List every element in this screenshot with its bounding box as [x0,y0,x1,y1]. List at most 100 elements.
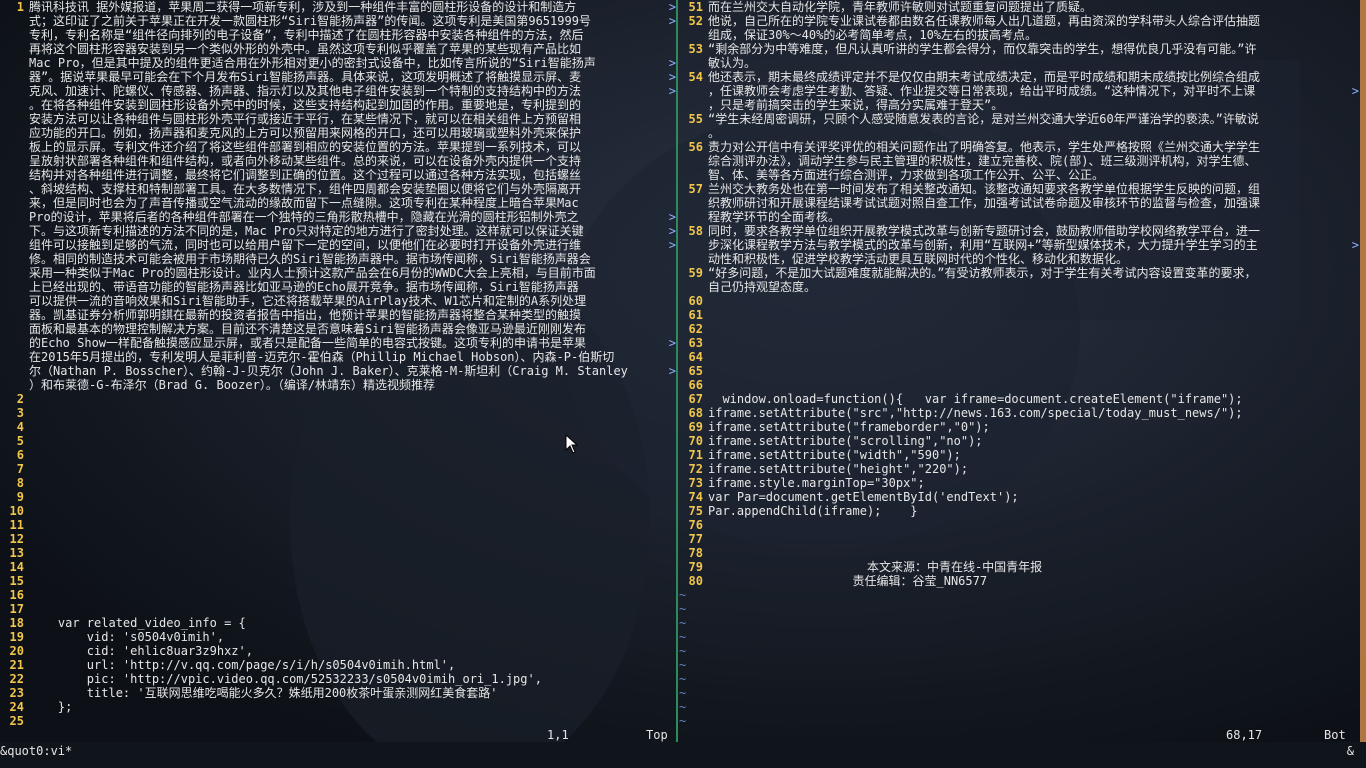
text-line[interactable]: 4 [0,420,676,434]
text-line[interactable]: 58 同时，要求各教学单位组织开展教学模式改革与创新专题研讨会，鼓励教师借助学校网… [679,224,1359,238]
text-line[interactable]: 专利，专利名称是“组件径向排列的电子设备”，专利中描述了在圆柱形容器中安装各种组… [0,28,676,42]
text-line[interactable]: 53 “剩余部分为中等难度，但凡认真听讲的学生都会得分，而仅靠突击的学生，想得优良… [679,42,1359,56]
text-line[interactable]: 。 [679,126,1359,140]
text-line[interactable]: 17 [0,602,676,616]
text-line[interactable]: 66 [679,378,1359,392]
text-line[interactable]: 1 腾讯科技讯 据外媒报道，苹果周二获得一项新专利，涉及到一种组件丰富的圆柱形设备… [0,0,676,14]
text-line[interactable]: 安装方法可以让各种组件与圆柱形外壳平行或接近于平行，在某些情况下，就可以在相关组… [0,112,676,126]
text-line[interactable]: 织教师研讨和开展课程结课考试试题对照自查工作，加强考试试卷命题及审核环节的监督与… [679,196,1359,210]
text-line[interactable]: 71 iframe.setAttribute("width","590"); [679,448,1359,462]
text-line[interactable]: 55 “学生未经周密调研，只顾个人感受随意发表的言论，是对兰州交通大学近60年严谨… [679,112,1359,126]
text-line[interactable]: 62 [679,322,1359,336]
text-line[interactable]: 呈放射状部署各种组件和组件结构，或者向外移动某些组件。总的来说，可以在设备外壳内… [0,154,676,168]
text-line[interactable]: 51 而在兰州交大自动化学院，青年教师许敏则对试题重复问题提出了质疑。 [679,0,1359,14]
text-line[interactable]: ~ [679,700,1359,714]
text-line[interactable]: 75 Par.appendChild(iframe); } [679,504,1359,518]
text-line[interactable]: 11 [0,518,676,532]
text-line[interactable]: 上已经出现的、带语音功能的智能扬声器比如亚马逊的Echo展开竞争。据市场传闻称，… [0,280,676,294]
text-line[interactable]: ~ [679,588,1359,602]
text-line[interactable]: 综合测评办法》，调动学生参与民主管理的积极性，建立完善校、院(部)、班三级测评机… [679,154,1359,168]
text-line[interactable]: 式；这印证了之前关于苹果正在开发一款圆柱形“Siri智能扬声器”的传闻。这项专利… [0,14,676,28]
text-line[interactable]: 52 他说，自己所在的学院专业课试卷都由数名任课教师每人出几道题，再由资深的学科带… [679,14,1359,28]
text-line[interactable]: 15 [0,574,676,588]
text-line[interactable]: 65 [679,364,1359,378]
right-editor-pane[interactable]: 51 而在兰州交大自动化学院，青年教师许敏则对试题重复问题提出了质疑。 52 他说，自… [679,0,1359,742]
text-line[interactable]: 80 责任编辑：谷莹_NN6577 [679,574,1359,588]
text-line[interactable]: 程教学环节的全面考核。 [679,210,1359,224]
text-line[interactable]: 。在将各种组件安装到圆柱形设备外壳中的时候，这些支持结构起到加固的作用。重要地是… [0,98,676,112]
text-line[interactable]: ，任课教师会考虑学生考勤、答疑、作业提交等日常表现，给出平时成绩。“这种情况下，… [679,84,1359,98]
text-line[interactable]: 63 [679,336,1359,350]
text-line[interactable]: 56 责力对公开信中有关评奖评优的相关问题作出了明确答复。他表示，学生处严格按照《… [679,140,1359,154]
text-line[interactable]: ~ [679,658,1359,672]
text-line[interactable]: 69 iframe.setAttribute("frameborder","0")… [679,420,1359,434]
text-line[interactable]: 的Echo Show一样配备触摸感应显示屏，或者只是配备一些简单的电容式按键。这… [0,336,676,350]
text-line[interactable]: 68 iframe.setAttribute("src","http://news… [679,406,1359,420]
text-line[interactable]: 修。相同的制造技术可能会被用于市场期待已久的Siri智能扬声器中。据市场传闻称，… [0,252,676,266]
text-line[interactable]: 2 [0,392,676,406]
text-line[interactable]: 下。与这项新专利描述的方法不同的是，Mac Pro只对特定的地方进行了密封处理。… [0,224,676,238]
text-line[interactable]: ~ [679,602,1359,616]
text-line[interactable]: 57 兰州交大教务处也在第一时间发布了相关整改通知。该整改通知要求各教学单位根据学… [679,182,1359,196]
text-line[interactable]: 16 [0,588,676,602]
text-line[interactable]: 22 pic: 'http://vpic.video.qq.com/525322… [0,672,676,686]
text-line[interactable]: ~ [679,686,1359,700]
text-line[interactable]: 12 [0,532,676,546]
text-line[interactable]: 可以提供一流的音响效果和Siri智能助手，它还将搭载苹果的AirPlay技术、W… [0,294,676,308]
text-line[interactable]: 25 [0,714,676,728]
text-line[interactable]: 器。凯基证券分析师郭明錤在最新的投资者报告中指出，他预计苹果的智能扬声器将整合某… [0,308,676,322]
text-line[interactable]: 59 “好多问题，不是加大试题难度就能解决的。”有受访教师表示，对于学生有关考试内… [679,266,1359,280]
terminal-window[interactable]: 1 腾讯科技讯 据外媒报道，苹果周二获得一项新专利，涉及到一种组件丰富的圆柱形设备… [0,0,1366,768]
text-line[interactable]: 组件可以接触到足够的气流，同时也可以给用户留下一定的空间，以便他们在必要时打开设… [0,238,676,252]
text-line[interactable]: ~ [679,672,1359,686]
text-line[interactable]: 54 他还表示，期末最终成绩评定并不是仅仅由期末考试成绩决定，而是平时成绩和期末成… [679,70,1359,84]
text-line[interactable]: 再将这个圆柱形容器安装到另一个类似外形的外壳中。虽然这项专利似乎覆盖了苹果的某些… [0,42,676,56]
text-line[interactable]: 9 [0,490,676,504]
pane-divider[interactable] [676,0,678,742]
text-line[interactable]: 76 [679,518,1359,532]
text-line[interactable]: 动性和积极性，促进学校教学活动更具互联网时代的个性化、移动化和数据化。 [679,252,1359,266]
text-line[interactable]: 13 [0,546,676,560]
text-line[interactable]: 应功能的开口。例如，扬声器和麦克风的上方可以预留用来网格的开口，还可以用玻璃或塑… [0,126,676,140]
text-line[interactable]: 78 [679,546,1359,560]
text-line[interactable]: Pro的设计，苹果将后者的各种组件部署在一个独特的三角形散热槽中，隐藏在光滑的圆… [0,210,676,224]
text-line[interactable]: 10 [0,504,676,518]
command-line[interactable]: &quot0:vi* & [0,742,1366,768]
text-line[interactable]: 采用一种类似于Mac Pro的圆柱形设计。业内人士预计这款产品会在6月份的WWD… [0,266,676,280]
text-line[interactable]: 尔（Nathan P. Bosscher）、约翰-J-贝克尔（John J. B… [0,364,676,378]
text-line[interactable]: 21 url: 'http://v.qq.com/page/s/i/h/s050… [0,658,676,672]
text-line[interactable]: 77 [679,532,1359,546]
text-line[interactable]: 72 iframe.setAttribute("height","220"); [679,462,1359,476]
text-line[interactable]: 23 title: '互联网思维吃喝能火多久？姝纸用200枚茶叶蛋亲测网红美食套… [0,686,676,700]
text-line[interactable]: 步深化课程教学方法与教学模式的改革与创新，利用“互联网+”等新型媒体技术，大力提… [679,238,1359,252]
text-line[interactable]: 74 var Par=document.getElementById('endTe… [679,490,1359,504]
text-line[interactable]: 、斜坡结构、支撑柱和特制部署工具。在大多数情况下，组件四周都会安装垫圈以便将它们… [0,182,676,196]
text-line[interactable]: 敏认为。 [679,56,1359,70]
text-line[interactable]: 7 [0,462,676,476]
left-editor-pane[interactable]: 1 腾讯科技讯 据外媒报道，苹果周二获得一项新专利，涉及到一种组件丰富的圆柱形设备… [0,0,676,742]
text-line[interactable]: 3 [0,406,676,420]
text-line[interactable]: 组成，保证30%～40%的必考简单考点，10%左右的拔高考点。 [679,28,1359,42]
text-line[interactable]: 60 [679,294,1359,308]
text-line[interactable]: 自己仍持观望态度。 [679,280,1359,294]
text-line[interactable]: 70 iframe.setAttribute("scrolling","no"); [679,434,1359,448]
text-line[interactable]: ，只是考前搞突击的学生来说，得高分实属难于登天”。 [679,98,1359,112]
text-line[interactable]: ）和布莱德-G-布泽尔（Brad G. Boozer）。（编译/林靖东）精选视频… [0,378,676,392]
text-line[interactable]: 19 vid: 's0504v0imih', [0,630,676,644]
text-line[interactable]: ~ [679,630,1359,644]
text-line[interactable]: 板上的显示屏。专利文件还介绍了将这些组件部署到相应的安装位置的方法。苹果提到一系… [0,140,676,154]
text-line[interactable]: 61 [679,308,1359,322]
text-line[interactable]: 在2015年5月提出的，专利发明人是菲利普-迈克尔-霍伯森（Phillip Mi… [0,350,676,364]
text-line[interactable]: ~ [679,714,1359,728]
text-line[interactable]: 智、体、美等各方面进行综合测评，力求做到各项工作公开、公平、公正。 [679,168,1359,182]
text-line[interactable]: 8 [0,476,676,490]
text-line[interactable]: 克风、加速计、陀螺仪、传感器、扬声器、指示灯以及其他电子组件安装到一个特制的支持… [0,84,676,98]
text-line[interactable]: 18 var related_video_info = { [0,616,676,630]
text-line[interactable]: 结构并对各种组件进行调整，最终将它们调整到正确的位置。这个过程可以通过各种方法实… [0,168,676,182]
text-line[interactable]: 20 cid: 'ehlic8uar3z9hxz', [0,644,676,658]
text-line[interactable]: 73 iframe.style.marginTop="30px"; [679,476,1359,490]
text-line[interactable]: ~ [679,644,1359,658]
text-line[interactable]: 14 [0,560,676,574]
text-line[interactable]: ~ [679,616,1359,630]
text-line[interactable]: 79 本文来源：中青在线-中国青年报 [679,560,1359,574]
